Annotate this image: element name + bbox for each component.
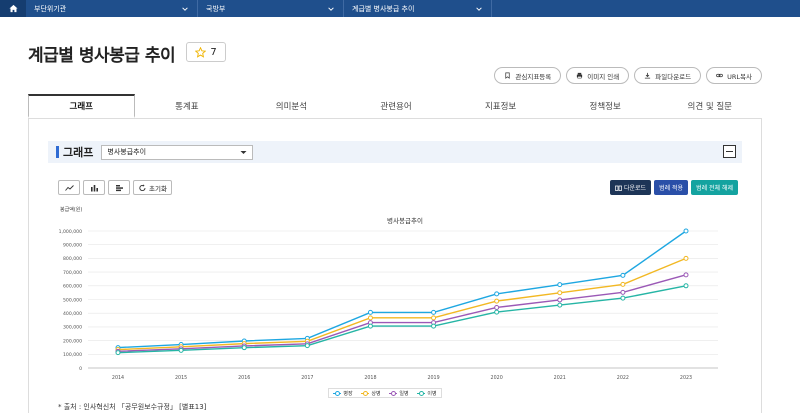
data-point[interactable]: [620, 295, 626, 301]
x-tick-label: 2023: [680, 375, 692, 381]
data-point[interactable]: [304, 343, 310, 349]
y-tick-label: 800,000: [63, 256, 82, 262]
y-tick-label: 300,000: [63, 325, 82, 331]
legend-label: 상병: [371, 390, 381, 397]
data-point[interactable]: [683, 272, 689, 278]
legend-marker-icon: [361, 391, 370, 396]
y-tick-label: 100,000: [63, 352, 82, 358]
legend-item[interactable]: 병장: [333, 390, 353, 397]
data-point[interactable]: [557, 297, 563, 303]
legend-marker-icon: [389, 391, 398, 396]
data-point[interactable]: [494, 291, 500, 297]
x-tick-label: 2021: [554, 375, 566, 381]
legend-marker-icon: [417, 391, 426, 396]
data-point[interactable]: [557, 282, 563, 288]
data-point[interactable]: [683, 255, 689, 261]
line-chart: 0 100,000 200,000 300,000 400,000 500,000 600,…: [59, 228, 718, 381]
y-tick-label: 900,000: [63, 243, 82, 249]
data-point[interactable]: [367, 309, 373, 315]
series-line: [117, 230, 687, 349]
chart-legend: 병장 상병 일병 이병: [328, 388, 442, 398]
legend-item[interactable]: 이병: [417, 390, 437, 397]
x-tick-label: 2014: [112, 375, 124, 381]
legend-item[interactable]: 일병: [389, 390, 409, 397]
data-point[interactable]: [178, 347, 184, 353]
x-tick-label: 2019: [427, 375, 439, 381]
y-tick-label: 1,000,000: [59, 229, 82, 235]
data-point[interactable]: [557, 302, 563, 308]
y-tick-label: 200,000: [63, 338, 82, 344]
data-point[interactable]: [683, 228, 689, 234]
data-point[interactable]: [367, 315, 373, 321]
data-point[interactable]: [241, 345, 247, 351]
legend-label: 병장: [343, 390, 353, 397]
data-point[interactable]: [115, 350, 121, 356]
data-point[interactable]: [431, 323, 437, 329]
data-point[interactable]: [494, 309, 500, 315]
y-tick-label: 700,000: [63, 270, 82, 276]
x-tick-label: 2018: [364, 375, 376, 381]
y-tick-label: 600,000: [63, 284, 82, 290]
data-point[interactable]: [494, 298, 500, 304]
source-note: * 출처 : 인사혁신처 「공무원보수규정」 [별표13]: [58, 403, 207, 411]
y-tick-label: 500,000: [63, 297, 82, 303]
legend-item[interactable]: 상병: [361, 390, 381, 397]
data-point[interactable]: [683, 283, 689, 289]
data-point[interactable]: [620, 281, 626, 287]
x-tick-label: 2015: [175, 375, 187, 381]
data-point[interactable]: [494, 304, 500, 310]
y-tick-label: 0: [79, 366, 82, 372]
legend-label: 이병: [427, 390, 437, 397]
x-tick-label: 2020: [491, 375, 503, 381]
y-tick-label: 400,000: [63, 311, 82, 317]
data-point[interactable]: [557, 290, 563, 296]
x-tick-label: 2022: [617, 375, 629, 381]
data-point[interactable]: [620, 272, 626, 278]
data-point[interactable]: [431, 315, 437, 321]
data-point[interactable]: [620, 289, 626, 295]
data-point[interactable]: [431, 309, 437, 315]
x-tick-label: 2016: [238, 375, 250, 381]
legend-label: 일병: [399, 390, 409, 397]
x-tick-label: 2017: [301, 375, 313, 381]
data-point[interactable]: [367, 323, 373, 329]
legend-marker-icon: [333, 391, 342, 396]
